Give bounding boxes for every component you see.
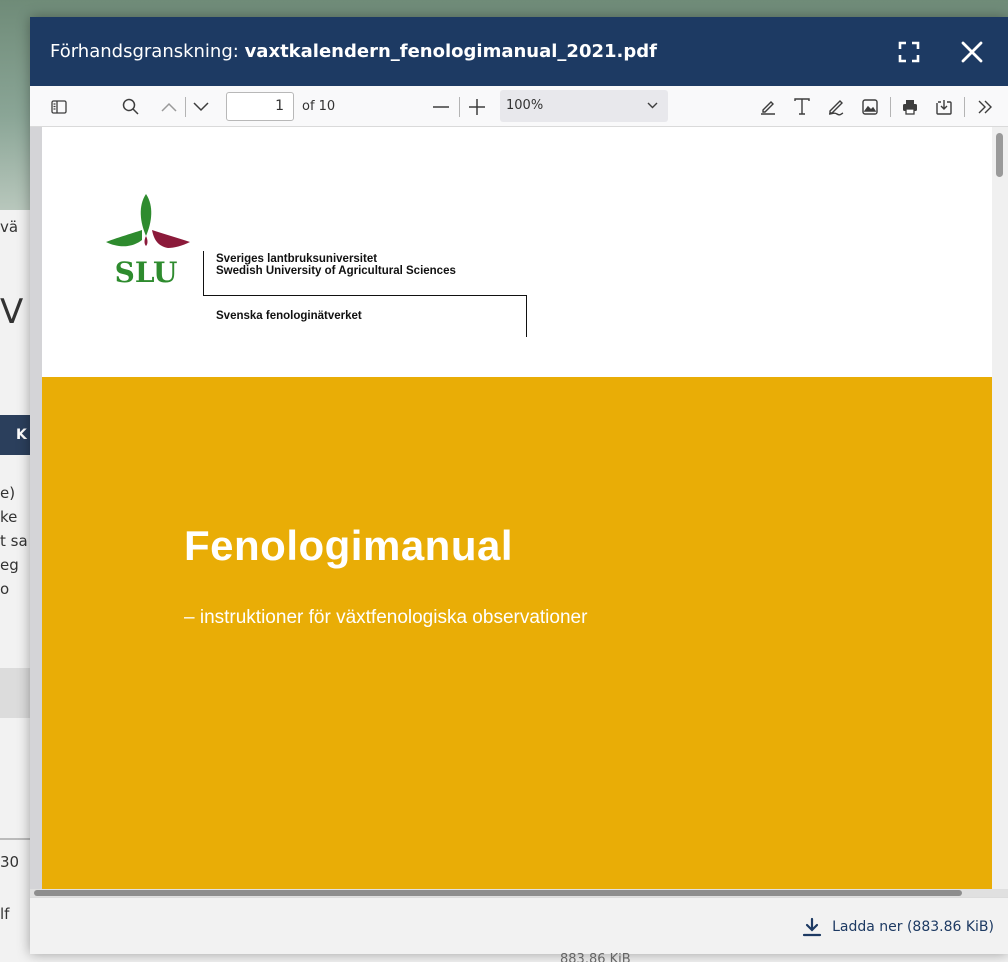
toolbar-separator xyxy=(459,97,460,117)
more-tools-icon xyxy=(978,100,992,113)
close-button[interactable] xyxy=(951,31,993,73)
background-text-fragment: o xyxy=(0,580,10,598)
add-text-button[interactable] xyxy=(788,86,816,127)
image-icon xyxy=(862,98,878,115)
fullscreen-button[interactable] xyxy=(888,31,930,73)
highlight-button[interactable] xyxy=(754,86,782,127)
next-page-button[interactable] xyxy=(188,86,214,127)
download-button[interactable]: Ladda ner (883.86 KiB) xyxy=(802,898,994,955)
background-button-fragment: K xyxy=(0,415,30,455)
affiliation-swedish: Sveriges lantbruksuniversitet xyxy=(216,253,378,265)
add-image-button[interactable] xyxy=(856,86,884,127)
vertical-scrollbar[interactable] xyxy=(992,127,1008,889)
background-text-fragment: eg xyxy=(0,556,19,574)
save-button[interactable] xyxy=(930,86,958,127)
background-number-fragment: 30 xyxy=(0,853,20,871)
background-row-fragment: lf xyxy=(0,905,10,923)
modal-title: Förhandsgranskning: vaxtkalendern_fenolo… xyxy=(50,17,657,86)
print-button[interactable] xyxy=(896,86,924,127)
more-tools-button[interactable] xyxy=(970,86,1000,127)
sidebar-toggle-icon xyxy=(51,99,67,114)
text-icon xyxy=(794,98,810,115)
document-affiliation: Sveriges lantbruksuniversitet Swedish Un… xyxy=(216,253,456,277)
zoom-out-button[interactable] xyxy=(428,86,454,127)
print-icon xyxy=(903,99,917,115)
toolbar-separator xyxy=(890,97,891,117)
background-divider xyxy=(0,838,30,840)
pdf-toolbar: 1 of 10 100% xyxy=(30,86,1008,127)
modal-title-prefix: Förhandsgranskning: xyxy=(50,41,239,62)
toolbar-separator xyxy=(185,97,186,117)
modal-filename: vaxtkalendern_fenologimanual_2021.pdf xyxy=(244,41,657,62)
zoom-in-icon xyxy=(469,98,485,115)
horizontal-scrollbar[interactable] xyxy=(30,889,1008,897)
background-text-fragment: t sa xyxy=(0,532,28,550)
affiliation-english: Swedish University of Agricultural Scien… xyxy=(216,265,456,277)
toolbar-separator xyxy=(964,97,965,117)
find-button[interactable] xyxy=(116,86,144,127)
download-label: Ladda ner (883.86 KiB) xyxy=(832,918,994,935)
pdf-preview-modal: Förhandsgranskning: vaxtkalendern_fenolo… xyxy=(30,17,1008,954)
chevron-down-icon xyxy=(193,101,209,111)
chevron-up-icon xyxy=(161,102,177,112)
logo-rule xyxy=(526,295,527,337)
document-subtitle: – instruktioner för växtfenologiska obse… xyxy=(184,607,588,628)
search-icon xyxy=(122,98,139,115)
slu-logo: SLU xyxy=(102,192,194,296)
sidebar-toggle-button[interactable] xyxy=(44,86,74,127)
background-nav-fragment: vä xyxy=(0,218,19,236)
page-count-label: of 10 xyxy=(302,99,336,114)
document-title: Fenologimanual xyxy=(184,522,514,569)
slu-logo-text: SLU xyxy=(115,256,178,289)
zoom-in-button[interactable] xyxy=(464,86,490,127)
background-size-fragment: 883.86 KiB xyxy=(560,952,631,962)
document-network: Svenska fenologinätverket xyxy=(216,310,362,322)
highlight-icon xyxy=(761,100,775,115)
horizontal-scrollbar-thumb[interactable] xyxy=(34,890,962,896)
pdf-viewer[interactable]: SLU Sveriges lantbruksuniversitet Swedis… xyxy=(30,127,1008,889)
download-icon xyxy=(802,917,822,936)
logo-rule xyxy=(203,251,204,295)
document-title-band: Fenologimanual – instruktioner för växtf… xyxy=(42,377,1000,889)
draw-button[interactable] xyxy=(822,86,850,127)
zoom-select[interactable]: 100% xyxy=(500,90,668,122)
chevron-down-icon xyxy=(647,90,658,122)
background-heading-fragment: V xyxy=(0,292,24,332)
modal-header: Förhandsgranskning: vaxtkalendern_fenolo… xyxy=(30,17,1008,86)
pdf-page: SLU Sveriges lantbruksuniversitet Swedis… xyxy=(42,127,1000,889)
save-icon xyxy=(936,99,952,115)
close-icon xyxy=(961,41,983,63)
expand-icon xyxy=(898,41,920,63)
draw-icon xyxy=(828,99,844,116)
background-bar xyxy=(0,668,30,718)
background-text-fragment: e) xyxy=(0,484,16,502)
logo-rule xyxy=(203,295,527,296)
page-number-input[interactable]: 1 xyxy=(226,92,294,121)
zoom-value: 100% xyxy=(506,98,544,113)
vertical-scrollbar-thumb[interactable] xyxy=(996,133,1003,177)
modal-footer: Ladda ner (883.86 KiB) xyxy=(30,897,1008,954)
zoom-out-icon xyxy=(433,105,449,108)
background-text-fragment: ke xyxy=(0,508,18,526)
previous-page-button[interactable] xyxy=(156,86,182,127)
